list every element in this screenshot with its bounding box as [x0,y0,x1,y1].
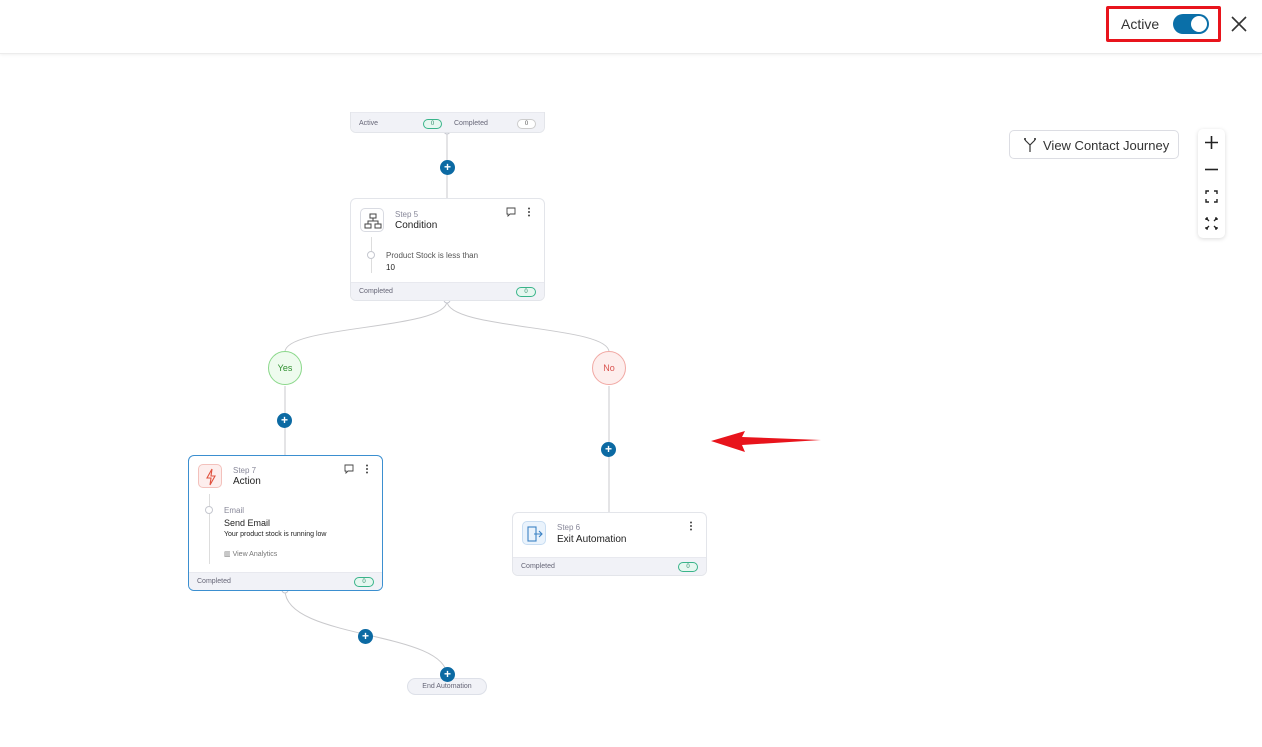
completed-count: 0 [678,562,698,572]
branch-yes[interactable]: Yes [268,351,302,385]
detail-line [209,494,210,564]
plus-icon [1205,136,1218,149]
analytics-label: View Analytics [232,551,278,558]
detail-dot [205,506,213,514]
active-count: 0 [423,119,442,129]
action-node[interactable]: Step 7 Action Email Send Email Your prod… [188,455,383,591]
step-label: Step 7 [233,466,257,475]
comment-icon[interactable] [344,464,354,476]
node-title: Condition [395,220,438,231]
previous-step-node[interactable]: Active 0 Completed 0 [350,112,545,133]
zoom-out-button[interactable] [1198,156,1225,183]
zoom-controls [1198,129,1225,238]
completed-count: 0 [516,287,536,297]
zoom-in-button[interactable] [1198,129,1225,156]
condition-node[interactable]: Step 5 Condition Product Stock is less t… [350,198,545,301]
detail-dot [367,251,375,259]
view-analytics-link[interactable]: ▥ View Analytics [224,550,277,558]
exit-icon [522,521,546,545]
step-label: Step 5 [395,210,419,219]
analytics-icon: ▥ [224,551,231,558]
completed-label: Completed [454,120,488,127]
more-options-icon[interactable] [526,207,532,219]
lightning-icon [198,464,222,488]
flow-connectors [281,127,821,677]
branch-icon [1023,137,1037,156]
active-label: Active [359,120,379,127]
minus-icon [1205,168,1218,171]
condition-icon [360,208,384,232]
comment-icon[interactable] [506,207,516,219]
view-contact-journey-button[interactable]: View Contact Journey [1009,130,1179,159]
add-step-button[interactable]: + [277,413,292,428]
action-name: Send Email [224,518,271,528]
node-title: Action [233,476,261,487]
rule-value: 10 [386,263,395,272]
fullscreen-button[interactable] [1198,210,1225,237]
add-step-button[interactable]: + [358,629,373,644]
rule-text: Product Stock is less than [386,251,479,260]
fullscreen-icon [1205,217,1218,230]
footer-label: Completed [359,288,393,295]
completed-count: 0 [354,577,374,587]
branch-no[interactable]: No [592,351,626,385]
footer-label: Completed [197,578,231,585]
more-options-icon[interactable] [688,521,694,533]
add-step-button[interactable]: + [440,667,455,682]
annotation-arrow [711,431,821,452]
journey-label: View Contact Journey [1043,138,1170,153]
add-step-button[interactable]: + [601,442,616,457]
node-title: Exit Automation [557,534,627,545]
step-label: Step 6 [557,523,581,532]
more-options-icon[interactable] [364,464,370,476]
add-step-button[interactable]: + [440,160,455,175]
email-subject: Your product stock is running low [224,531,327,538]
footer-label: Completed [521,563,555,570]
fit-screen-button[interactable] [1198,183,1225,210]
action-type: Email [224,506,245,515]
exit-automation-node[interactable]: Step 6 Exit Automation Completed 0 [512,512,707,576]
fit-screen-icon [1205,190,1218,203]
completed-count: 0 [517,119,536,129]
